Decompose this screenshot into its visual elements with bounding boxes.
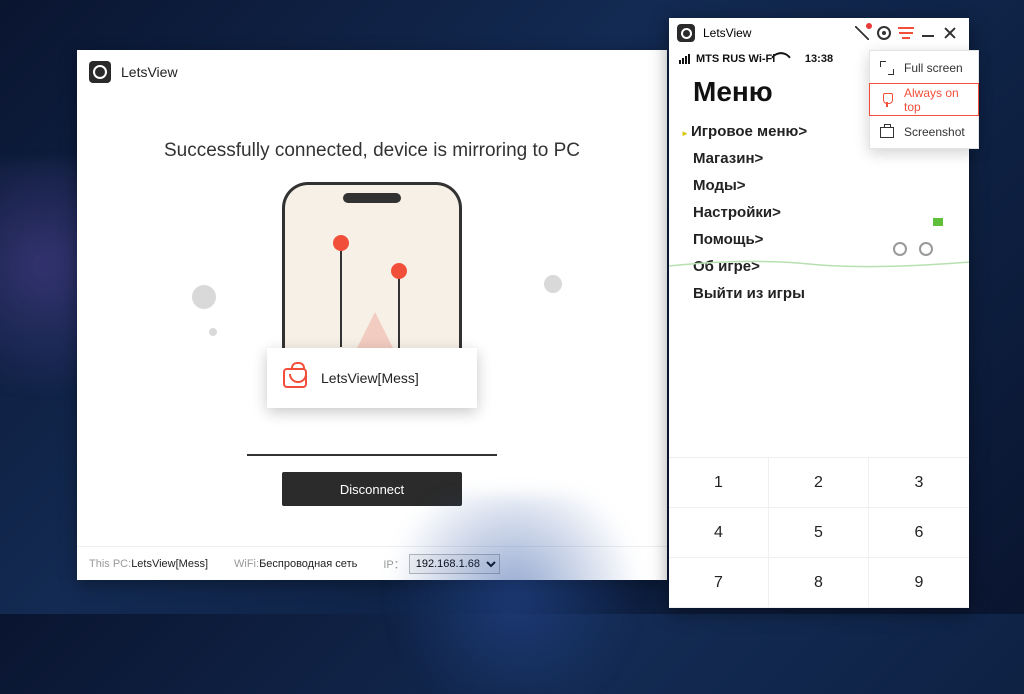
record-button[interactable]: [873, 22, 895, 44]
ctx-fullscreen[interactable]: Full screen: [870, 51, 978, 84]
menu-item-exit[interactable]: Выйти из игры: [693, 280, 953, 307]
record-icon: [877, 26, 891, 40]
signal-icon: [679, 54, 690, 64]
numeric-keypad: 1 2 3 4 5 6 7 8 9: [669, 457, 969, 608]
menu-item-mods[interactable]: Моды>: [693, 172, 953, 199]
disconnect-button[interactable]: Disconnect: [282, 472, 462, 506]
pin-icon: [880, 93, 894, 107]
screenshot-icon: [880, 125, 894, 139]
success-message: Successfully connected, device is mirror…: [77, 140, 667, 162]
menu-item-shop[interactable]: Магазин>: [693, 145, 953, 172]
device-name-popup[interactable]: LetsView[Mess]: [267, 348, 477, 408]
minimize-icon: [922, 35, 934, 37]
main-window-body: Successfully connected, device is mirror…: [77, 90, 667, 546]
ctx-screenshot-label: Screenshot: [904, 125, 965, 139]
key-4[interactable]: 4: [669, 508, 769, 558]
menu-button[interactable]: [895, 22, 917, 44]
close-button[interactable]: [939, 22, 961, 44]
decorative-dot: [209, 328, 217, 336]
status-clock: 13:38: [805, 53, 833, 65]
main-window-footer: This PC:LetsView[Mess] WiFi:Беспроводная…: [77, 546, 667, 580]
key-1[interactable]: 1: [669, 458, 769, 508]
device-name-text: LetsView[Mess]: [321, 370, 419, 386]
letsview-logo-icon: [677, 24, 695, 42]
key-3[interactable]: 3: [869, 458, 969, 508]
key-5[interactable]: 5: [769, 508, 869, 558]
letsview-logo-icon: [89, 61, 111, 83]
ground-line: [247, 454, 497, 456]
mirror-window-titlebar[interactable]: LetsView: [669, 18, 969, 48]
ctx-screenshot[interactable]: Screenshot: [870, 115, 978, 148]
minimize-button[interactable]: [917, 22, 939, 44]
hamburger-icon: [899, 32, 913, 34]
footer-wifi: WiFi:Беспроводная сеть: [234, 558, 357, 570]
main-window-title: LetsView: [121, 64, 178, 80]
key-2[interactable]: 2: [769, 458, 869, 508]
carrier-label: MTS RUS Wi-Fi: [696, 53, 775, 65]
brush-icon: [855, 26, 869, 40]
footer-ip: IP： 192.168.1.68: [383, 554, 499, 574]
window-context-menu: Full screen Always on top Screenshot: [869, 50, 979, 149]
key-6[interactable]: 6: [869, 508, 969, 558]
ip-select[interactable]: 192.168.1.68: [409, 554, 500, 574]
menu-item-settings[interactable]: Настройки>: [693, 199, 953, 226]
main-window-titlebar[interactable]: LetsView: [77, 50, 667, 90]
menu-item-about[interactable]: Об игре>: [693, 253, 953, 280]
decorative-dot: [544, 275, 562, 293]
draw-button[interactable]: [851, 22, 873, 44]
key-8[interactable]: 8: [769, 558, 869, 608]
close-icon: [944, 27, 956, 39]
ctx-always-on-top-label: Always on top: [904, 86, 968, 114]
flag-icon: [933, 218, 943, 226]
wifi-icon: [781, 53, 793, 65]
ctx-fullscreen-label: Full screen: [904, 61, 963, 75]
mirror-window-title: LetsView: [703, 26, 751, 40]
letsview-main-window: LetsView Successfully connected, device …: [77, 50, 667, 580]
key-7[interactable]: 7: [669, 558, 769, 608]
footer-this-pc: This PC:LetsView[Mess]: [89, 558, 208, 570]
key-9[interactable]: 9: [869, 558, 969, 608]
ctx-always-on-top[interactable]: Always on top: [869, 83, 979, 116]
fullscreen-icon: [880, 61, 894, 75]
bike-sprite: [893, 230, 933, 256]
tv-icon: [283, 368, 307, 388]
decorative-dot: [192, 285, 216, 309]
